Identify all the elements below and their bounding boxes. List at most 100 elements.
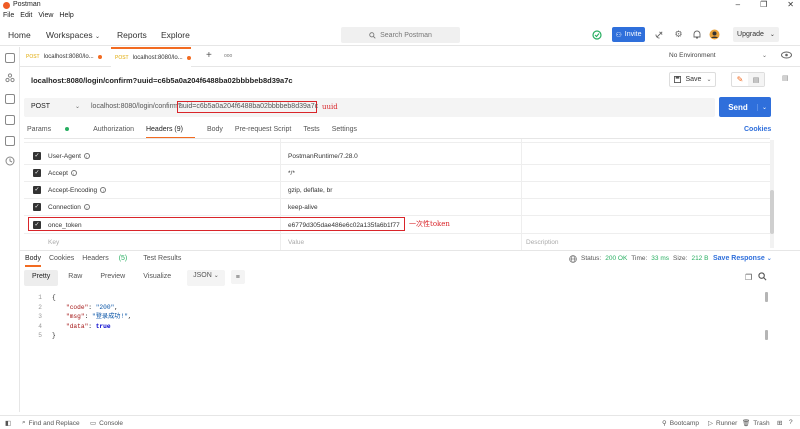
bootcamp-button[interactable]: ⚲ Bootcamp [662, 419, 699, 428]
environments-icon[interactable] [5, 94, 15, 104]
avatar[interactable] [709, 29, 720, 40]
view-visualize[interactable]: Visualize [135, 270, 179, 286]
search-icon[interactable] [758, 272, 767, 281]
once-token-highlight [28, 217, 405, 231]
menu-edit[interactable]: Edit [20, 12, 32, 19]
runner-label: Runner [716, 419, 738, 427]
header-key[interactable]: Connection i [48, 204, 90, 211]
documentation-sidebar-icon[interactable]: ▤ [782, 74, 789, 82]
eye-icon[interactable] [781, 51, 792, 59]
collections-icon[interactable] [5, 53, 15, 63]
chevron-down-icon[interactable]: ⌄ [762, 52, 767, 59]
nav-home[interactable]: Home [8, 30, 31, 40]
method-select[interactable]: POST [31, 103, 50, 110]
header-key[interactable]: Accept-Encoding i [48, 187, 107, 194]
cookies-link[interactable]: Cookies [744, 126, 771, 133]
header-value[interactable]: gzip, deflate, br [288, 187, 332, 194]
minimize-button[interactable]: – [736, 0, 740, 9]
response-tab-body[interactable]: Body [25, 255, 41, 267]
satellite-icon[interactable] [654, 29, 665, 40]
invite-button[interactable]: ⚇ Invite [612, 27, 645, 42]
format-select[interactable]: JSON ⌄ [187, 270, 225, 286]
mock-servers-icon[interactable] [5, 115, 15, 125]
more-tabs-icon[interactable]: ooo [224, 53, 232, 59]
nav-reports[interactable]: Reports [117, 30, 147, 40]
chevron-down-icon[interactable]: ⌄ [75, 103, 80, 110]
url-uuid-highlight[interactable]: uuid=c6b5a0a204f6488ba02bbbbeb8d39a7c [177, 101, 318, 113]
view-pretty[interactable]: Pretty [24, 270, 59, 286]
nav-workspaces-label: Workspaces [46, 30, 93, 40]
response-tab-cookies[interactable]: Cookies [49, 255, 74, 267]
layout-icon[interactable]: ⊞ [777, 419, 782, 427]
upgrade-button[interactable]: Upgrade ⌄ [733, 27, 779, 42]
table-row-partial [24, 133, 770, 143]
settings-gear-icon[interactable]: ⚙ [673, 29, 684, 40]
title-bar: Postman [0, 0, 800, 11]
save-button[interactable]: Save ⌄ [669, 72, 716, 87]
response-scrollbar-top[interactable] [765, 292, 768, 302]
monitors-icon[interactable] [5, 136, 15, 146]
globe-icon[interactable] [569, 255, 577, 263]
view-preview[interactable]: Preview [92, 270, 133, 286]
chevron-down-icon[interactable]: ⌄ [757, 103, 771, 111]
documentation-icon[interactable]: ▤ [748, 73, 764, 86]
save-response-button[interactable]: Save Response ⌄ [713, 255, 772, 262]
find-replace-button[interactable]: ⌕ Find and Replace [22, 419, 80, 427]
send-button[interactable]: Send ⌄ [719, 97, 771, 117]
header-checkbox[interactable]: ✓ [33, 186, 41, 194]
header-key[interactable]: User-Agent i [48, 153, 90, 160]
history-icon[interactable] [5, 156, 15, 166]
response-scrollbar-bottom[interactable] [765, 330, 768, 340]
info-icon[interactable]: i [83, 204, 90, 210]
value-placeholder[interactable]: Value [288, 239, 304, 246]
search-input[interactable]: Search Postman [341, 27, 460, 43]
notification-bell-icon[interactable] [691, 29, 702, 40]
headers-scrollbar-thumb[interactable] [770, 190, 774, 234]
wrap-lines-icon[interactable]: ≡ [230, 270, 245, 284]
response-tab-test-results[interactable]: Test Results [143, 255, 181, 267]
apis-icon[interactable] [5, 73, 15, 83]
menu-file[interactable]: File [3, 12, 14, 19]
chevron-down-icon: ⌄ [766, 256, 772, 262]
key-placeholder[interactable]: Key [48, 239, 59, 246]
toggle-sidebar-icon[interactable]: ◧ [5, 419, 11, 427]
maximize-button[interactable]: ❐ [760, 0, 767, 9]
nav-explore[interactable]: Explore [161, 30, 190, 40]
trash-button[interactable]: 🗑 Trash [742, 419, 770, 428]
info-icon[interactable]: i [83, 153, 90, 159]
json-key: "msg" [66, 313, 85, 320]
sync-status-icon[interactable] [591, 29, 602, 40]
header-value[interactable]: PostmanRuntime/7.28.0 [288, 153, 358, 160]
info-icon[interactable]: i [100, 187, 107, 193]
header-key-text: User-Agent [48, 153, 81, 160]
menu-help[interactable]: Help [59, 12, 73, 19]
copy-icon[interactable]: ❐ [745, 273, 752, 282]
pencil-icon[interactable]: ✎ [732, 73, 748, 86]
edit-toggle[interactable]: ✎ ▤ [731, 72, 765, 87]
header-checkbox[interactable]: ✓ [33, 152, 41, 160]
environment-select[interactable]: No Environment [669, 52, 716, 59]
tab-params-label: Params [27, 126, 52, 133]
close-button[interactable]: ✕ [787, 0, 794, 9]
unsaved-dot-icon [97, 55, 102, 59]
help-icon[interactable]: ? [789, 419, 793, 426]
request-tab-active[interactable]: POST localhost:8080/lo... [111, 47, 191, 67]
header-key-text: Accept-Encoding [48, 187, 98, 194]
new-tab-plus-icon[interactable]: + [206, 50, 212, 61]
request-name[interactable]: localhost:8080/login/confirm?uuid=c6b5a0… [31, 76, 293, 85]
header-value[interactable]: */* [288, 170, 295, 177]
header-key[interactable]: Accept i [48, 170, 77, 177]
url-input[interactable]: localhost:8080/login/confirm? [91, 103, 182, 110]
request-tab[interactable]: POST localhost:8080/lo... [22, 47, 111, 67]
header-value[interactable]: keep-alive [288, 204, 318, 211]
description-placeholder[interactable]: Description [526, 239, 559, 246]
header-checkbox[interactable]: ✓ [33, 169, 41, 177]
info-icon[interactable]: i [70, 170, 77, 176]
header-checkbox[interactable]: ✓ [33, 203, 41, 211]
view-raw[interactable]: Raw [60, 270, 90, 286]
nav-workspaces[interactable]: Workspaces ⌄ [46, 30, 100, 40]
menu-view[interactable]: View [38, 12, 53, 19]
console-button[interactable]: ▭ Console [90, 419, 123, 428]
response-tab-headers[interactable]: Headers (5) [82, 255, 135, 267]
runner-button[interactable]: ▷ Runner [708, 419, 738, 428]
